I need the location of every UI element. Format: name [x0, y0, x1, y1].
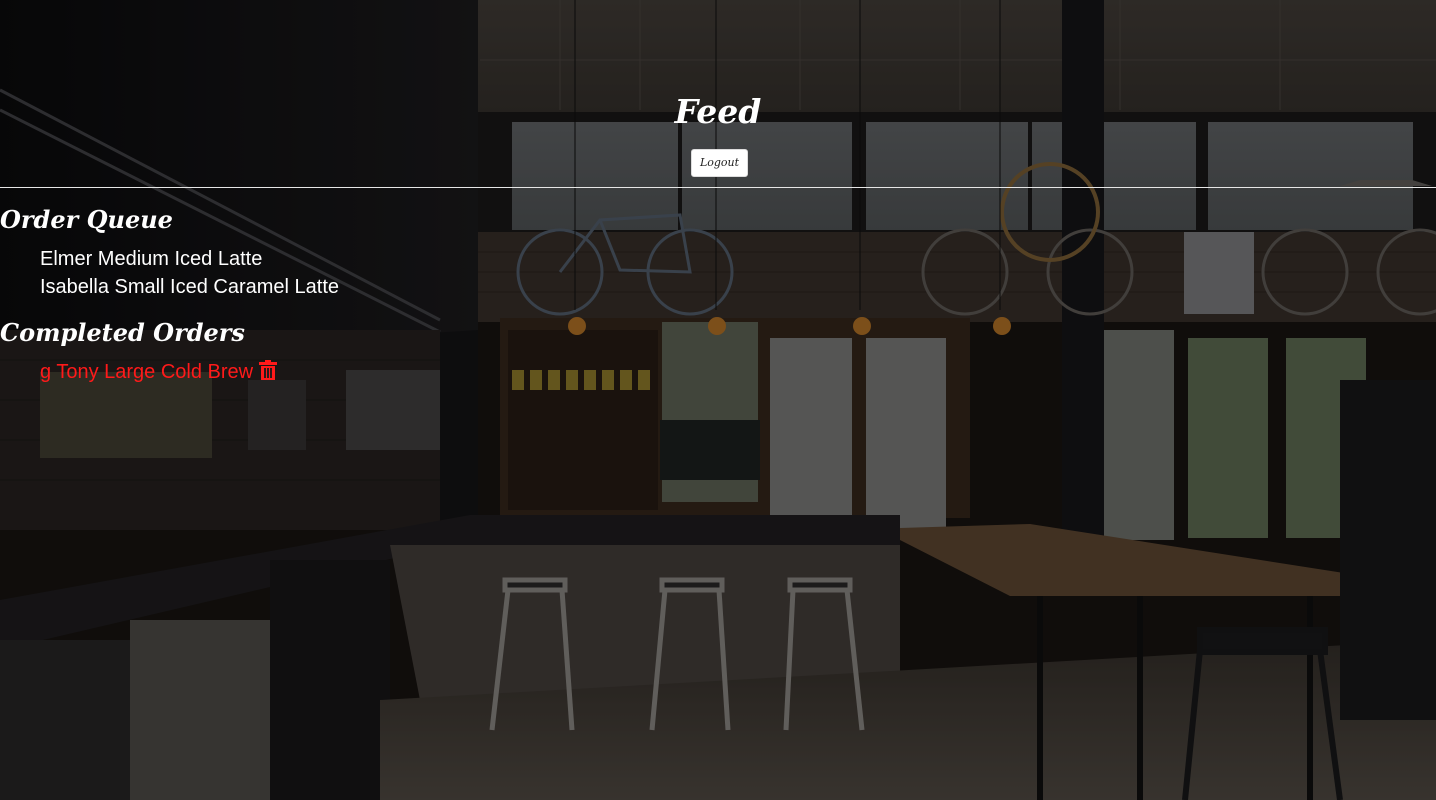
order-queue-item[interactable]: Elmer Medium Iced Latte	[40, 245, 339, 273]
order-queue-heading: Order Queue	[0, 205, 173, 234]
completed-orders-heading: Completed Orders	[0, 318, 245, 347]
completed-orders-list: g Tony Large Cold Brew	[40, 358, 278, 388]
page-title: Feed	[674, 92, 762, 131]
logout-button[interactable]: Logout	[691, 149, 748, 177]
order-queue-item[interactable]: Isabella Small Iced Caramel Latte	[40, 273, 339, 301]
order-queue-list: Elmer Medium Iced Latte Isabella Small I…	[40, 245, 339, 301]
completed-order-text: g Tony Large Cold Brew	[40, 361, 254, 383]
header-divider	[0, 187, 1436, 188]
trash-icon[interactable]	[259, 360, 278, 388]
completed-order-item: g Tony Large Cold Brew	[40, 358, 278, 388]
page-header: Feed Logout	[0, 0, 1436, 187]
